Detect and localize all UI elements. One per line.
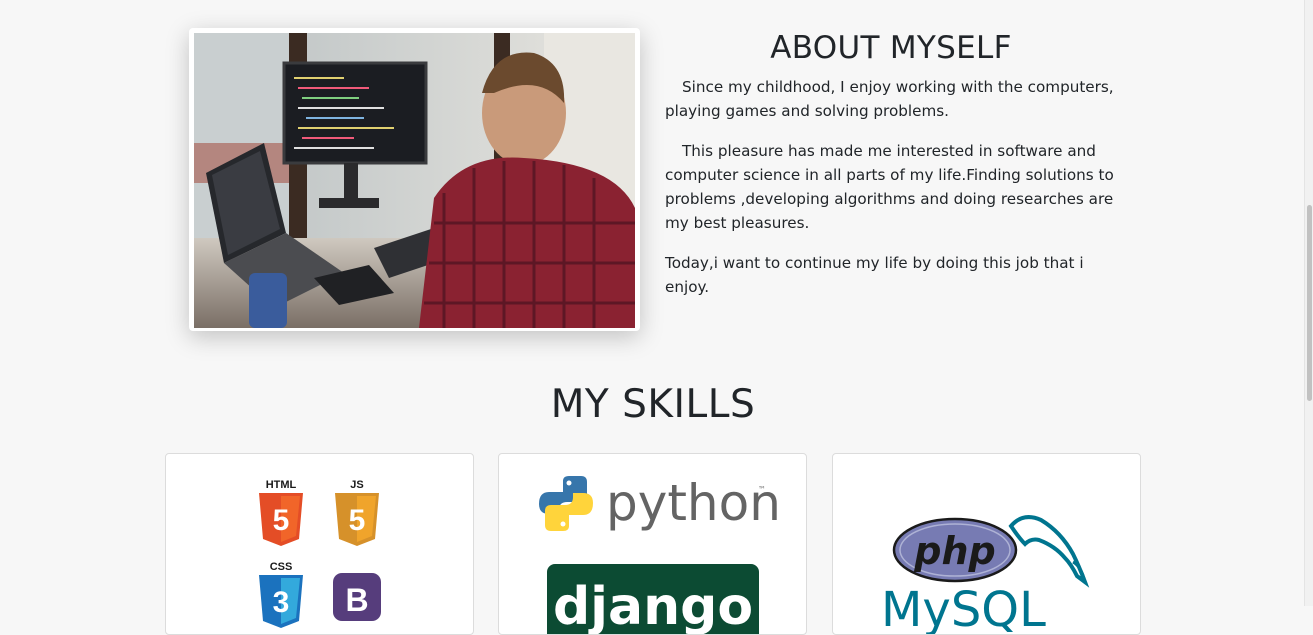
html-logo-label: HTML [266, 479, 297, 491]
scrollbar-thumb[interactable] [1307, 205, 1312, 401]
python-trademark: ™ [758, 485, 766, 494]
python-django-logos-icon: python ™ django [539, 474, 781, 634]
html-js-css-bootstrap-logos-icon: HTML 5 JS 5 CSS 3 B [259, 479, 381, 628]
html-logo-digit: 5 [273, 504, 290, 537]
php-wordmark: php [913, 529, 995, 573]
developer-at-desk-photo-icon [194, 33, 635, 328]
skill-card-python: python ™ django [498, 453, 807, 635]
skill-card-web: HTML 5 JS 5 CSS 3 B [165, 453, 474, 635]
about-paragraph-1: Since my childhood, I enjoy working with… [665, 78, 1114, 120]
python-wordmark: python [606, 474, 781, 532]
about-paragraph-3: Today,i want to continue my life by doin… [665, 254, 1084, 296]
css-logo-digit: 3 [273, 586, 290, 619]
about-photo [189, 28, 640, 331]
about-text: Since my childhood, I enjoy working with… [665, 75, 1117, 315]
js-logo-digit: 5 [349, 504, 366, 537]
js-logo-label: JS [350, 479, 363, 491]
about-title: ABOUT MYSELF [770, 30, 1012, 66]
mysql-wordmark: MySQL [881, 582, 1046, 634]
bootstrap-logo-letter: B [345, 582, 368, 618]
css-logo-label: CSS [270, 561, 293, 573]
php-mysql-logos-icon: php MySQL [881, 515, 1090, 634]
skill-card-php: php MySQL [832, 453, 1141, 635]
skills-title: MY SKILLS [550, 382, 756, 427]
about-paragraph-2: This pleasure has made me interested in … [665, 142, 1114, 232]
